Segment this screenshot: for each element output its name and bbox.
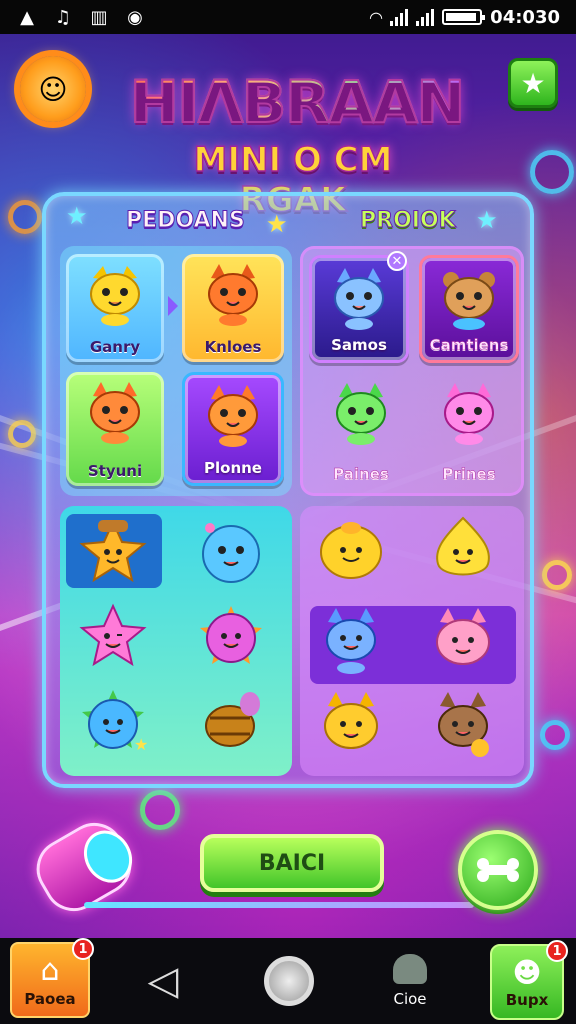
pet-card-label: Paines <box>333 465 389 484</box>
home-circle-icon <box>264 956 314 1006</box>
bottom-nav-bar: ⌂ Paoea 1 ◁ Cioe ☻ Bupx 1 <box>0 938 576 1024</box>
pet-card-label: Plonne <box>204 459 262 477</box>
play-button[interactable] <box>458 830 538 910</box>
teal-star-icon[interactable]: ★ <box>78 686 148 756</box>
star-icon: ★ <box>476 206 498 234</box>
pet-card-plonne[interactable]: Plonne <box>182 372 284 486</box>
blue-cat-icon[interactable] <box>316 606 386 676</box>
pet-card-label: Prines <box>442 465 496 484</box>
bone-icon <box>477 858 519 882</box>
pet-card-ganry[interactable]: Ganry <box>66 254 164 362</box>
pet-card-camtiens[interactable]: Camtiens <box>419 255 519 363</box>
pet-card-knloes[interactable]: Knloes <box>182 254 284 362</box>
notification-badge: 1 <box>72 938 94 960</box>
game-board: ★ ★ ★ PEDOANS PROIOK Ganry Knloes Styuni… <box>42 192 534 788</box>
pet-card-paines[interactable]: Paines <box>311 373 411 489</box>
pet-card-styuni[interactable]: Styuni <box>66 372 164 486</box>
signal-icon <box>390 8 409 26</box>
close-icon[interactable]: ✕ <box>387 251 407 271</box>
back-arrow-icon: ◁ <box>147 958 179 1004</box>
yellow-cat-icon <box>90 266 140 326</box>
blue-cat-icon <box>334 268 384 330</box>
star-hat-icon[interactable] <box>78 516 148 586</box>
orange-fox-icon <box>208 385 258 447</box>
progress-slider[interactable] <box>84 902 474 908</box>
tab-proiok[interactable]: PROIOK <box>360 208 457 234</box>
house-icon: ⌂ <box>40 952 60 988</box>
item-panel-left: ★ <box>60 506 292 776</box>
item-panel-right <box>300 506 524 776</box>
star-icon: ★ <box>66 202 88 230</box>
favorites-star-button[interactable]: ★ <box>508 58 558 108</box>
orange-cat-icon <box>208 264 258 326</box>
brown-bear-icon <box>443 272 495 330</box>
nav-bupx-label: Bupx <box>505 990 549 1009</box>
neon-ring <box>8 200 42 234</box>
neon-ring <box>8 420 36 448</box>
pet-card-label: Camtiens <box>429 336 509 355</box>
yellow-cat-icon[interactable] <box>316 690 386 760</box>
profile-icon <box>393 954 427 984</box>
nav-bupx-button[interactable]: ☻ Bupx 1 <box>490 940 568 1020</box>
green-cat-icon <box>336 383 386 445</box>
tab-pedoans[interactable]: PEDOANS <box>126 208 246 234</box>
music-icon: ♫ <box>54 6 72 28</box>
pink-star-icon[interactable] <box>78 602 148 672</box>
game-title: HIΛBRAAN <box>129 67 466 137</box>
svg-text:★: ★ <box>134 735 148 754</box>
yellow-blob-icon[interactable] <box>316 514 386 584</box>
orange-kitten-icon <box>90 382 140 444</box>
pet-card-prines[interactable]: Prines <box>419 373 519 489</box>
status-bar: ▲ ♫ ▥ ◉ ◠ 04:030 <box>0 0 576 34</box>
pet-card-samos[interactable]: Samos <box>309 255 409 363</box>
star-icon: ★ <box>266 210 288 238</box>
pet-panel-left: Ganry Knloes Styuni Plonne <box>60 246 292 496</box>
sync-icon: ◉ <box>127 6 143 28</box>
clock-time: 04:030 <box>490 6 560 28</box>
yellow-drop-icon[interactable] <box>428 514 498 584</box>
pet-card-label: Styuni <box>87 462 143 480</box>
neon-ring <box>530 150 574 194</box>
nav-clos-button[interactable]: Cioe <box>380 938 440 1024</box>
brown-cat-icon[interactable] <box>428 690 498 760</box>
neon-ring <box>542 560 572 590</box>
sun-mascot-icon[interactable]: ☺ <box>20 56 86 122</box>
battery-icon <box>442 9 486 25</box>
pet-card-label: Samos <box>331 336 387 354</box>
notes-icon: ▥ <box>90 6 108 28</box>
nav-home-button[interactable]: ⌂ Paoea 1 <box>10 938 94 1018</box>
pink-blob-icon[interactable] <box>196 602 266 672</box>
nav-back-button[interactable]: ◁ <box>138 938 188 1024</box>
barrel-icon[interactable] <box>196 686 266 756</box>
pet-card-label: Knloes <box>204 338 262 356</box>
nav-home-circle-button[interactable] <box>262 938 316 1024</box>
blue-blob-icon[interactable] <box>196 516 266 586</box>
pink-pig-icon[interactable] <box>428 606 498 676</box>
warning-icon: ▲ <box>20 6 34 28</box>
wifi-icon: ◠ <box>369 7 383 27</box>
notification-badge: 1 <box>546 940 568 962</box>
pet-face-icon: ☻ <box>512 955 542 989</box>
neon-ring <box>140 790 180 830</box>
neon-ring <box>540 720 570 750</box>
pet-panel-right: Samos ✕ Camtiens Paines Prines <box>300 246 524 496</box>
pink-cat-icon <box>444 383 494 445</box>
pet-card-label: Ganry <box>89 338 141 356</box>
signal-icon <box>416 8 435 26</box>
back-button[interactable]: BAICI <box>200 834 384 892</box>
nav-home-label: Paoea <box>24 989 76 1008</box>
nav-clos-label: Cioe <box>393 990 427 1008</box>
chevron-right-icon <box>168 296 178 316</box>
